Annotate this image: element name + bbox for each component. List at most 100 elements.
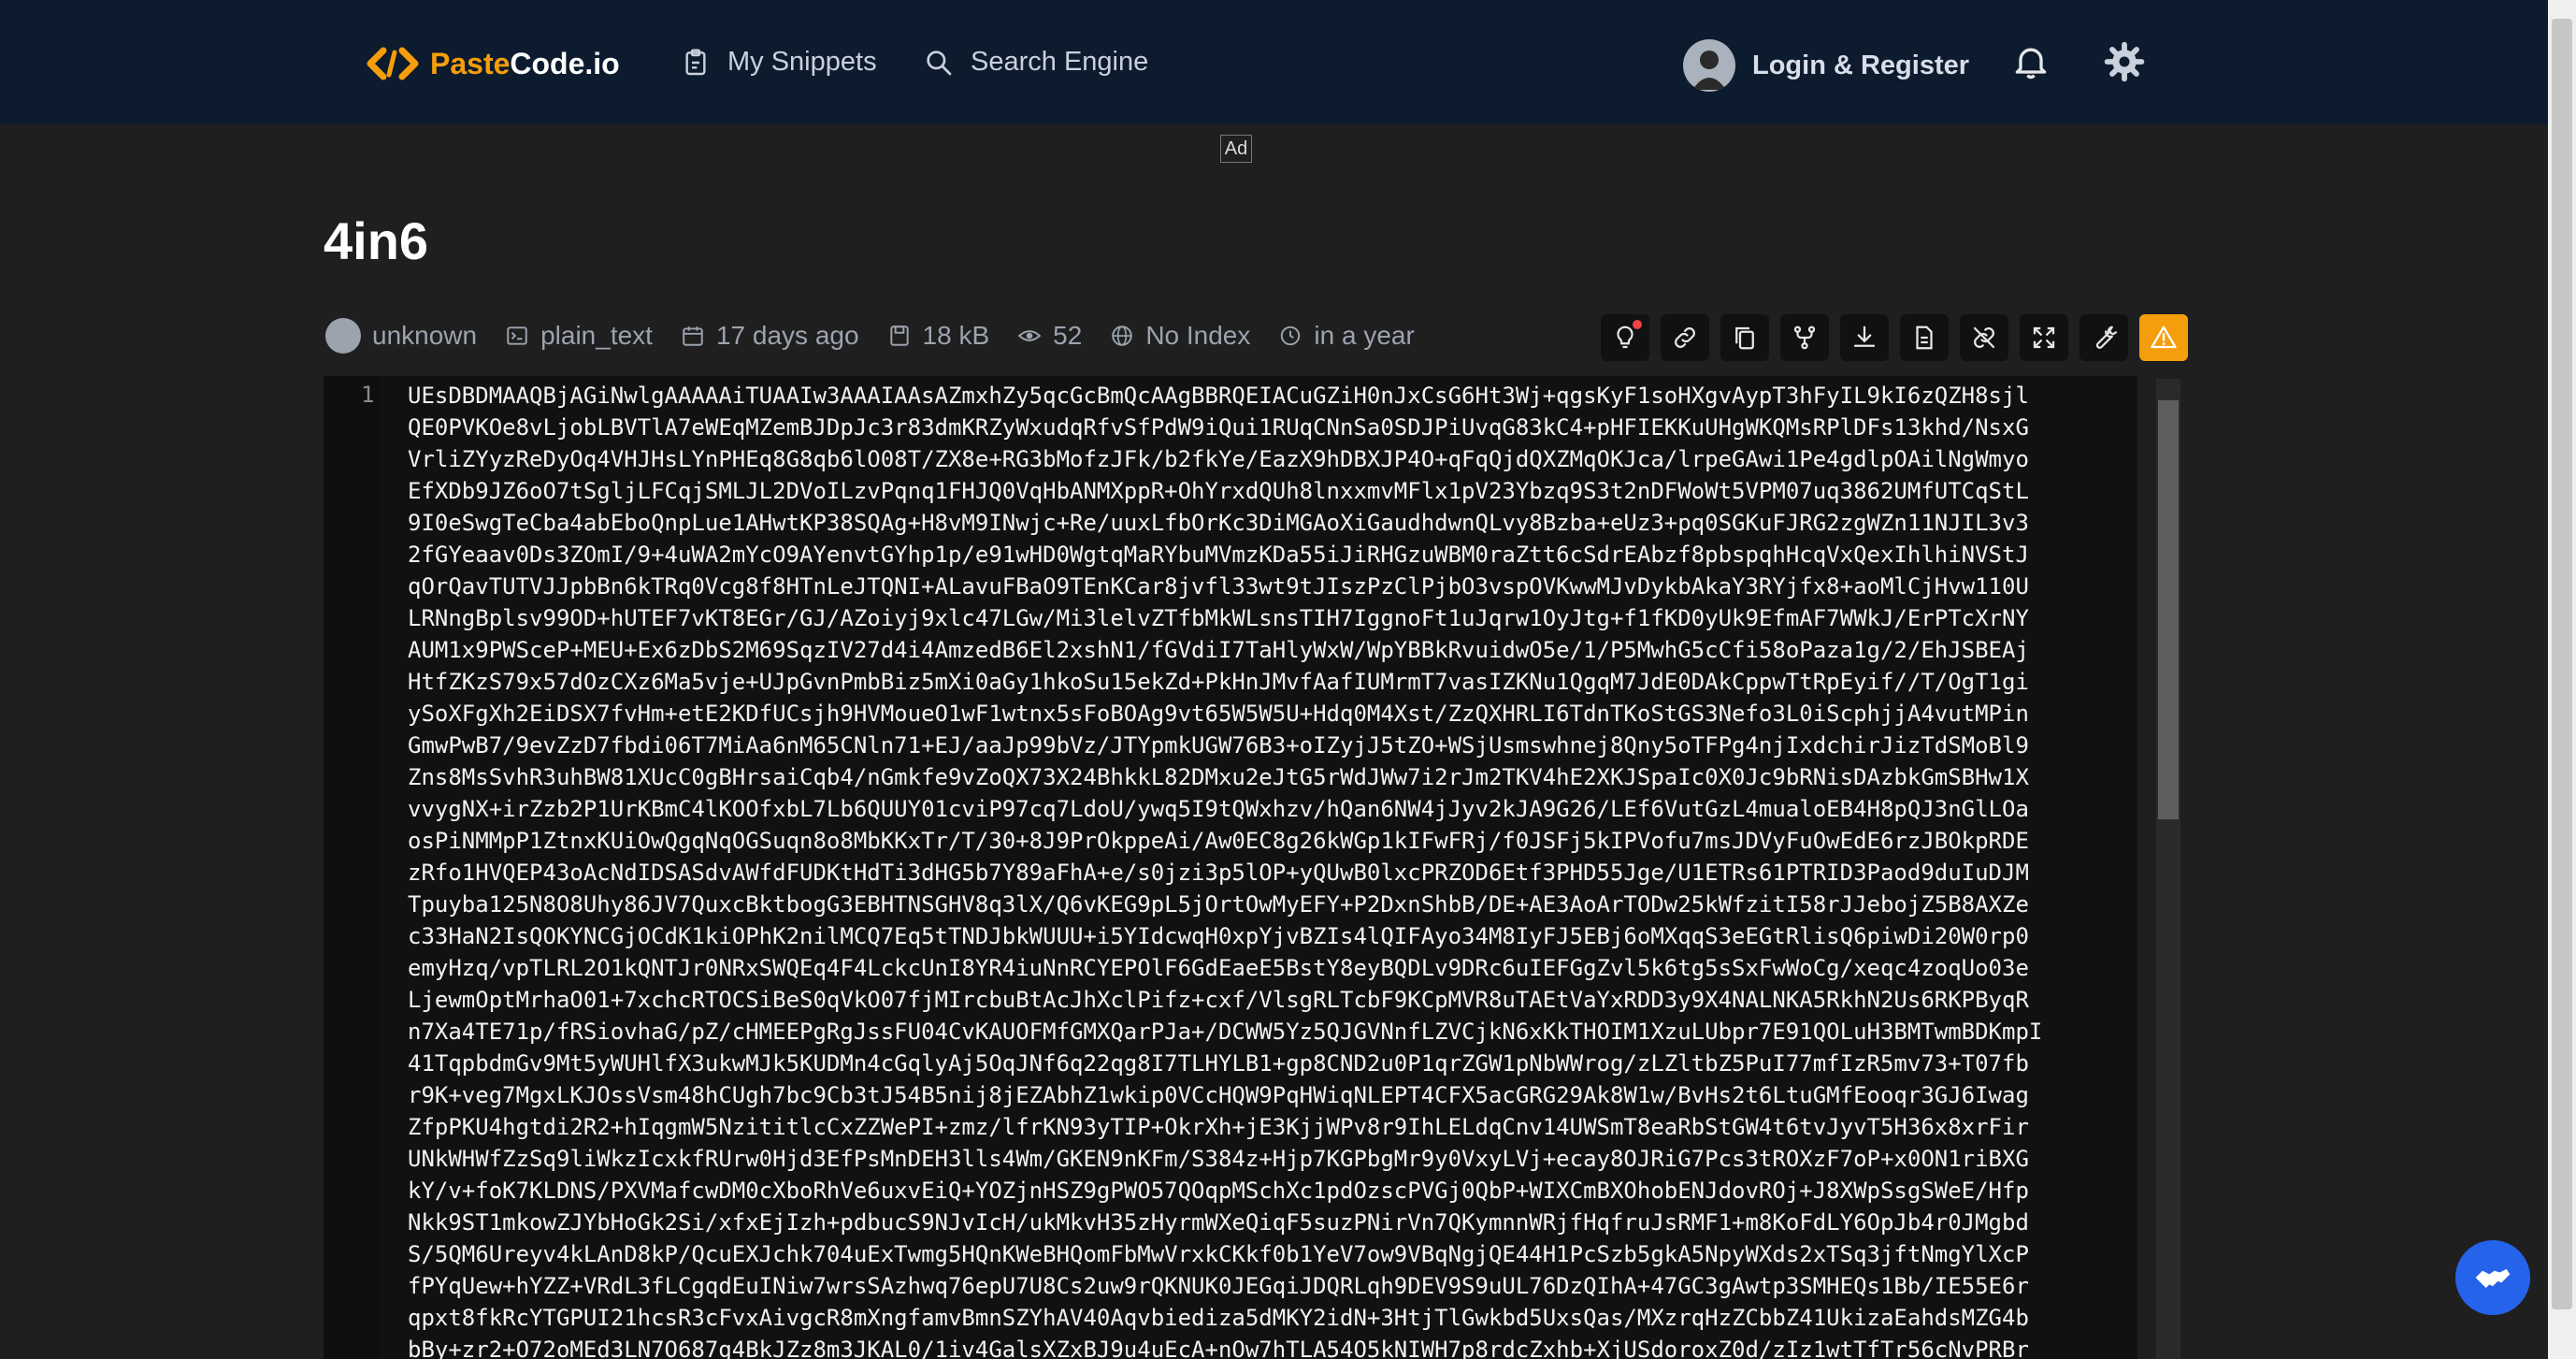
meta-index: No Index [1110, 321, 1250, 351]
code-line: UEsDBDMAAQBjAGiNwlgAAAAAiTUAAIw3AAAIAAsA… [408, 383, 2029, 409]
code-line: c33HaN2IsQOKYNCGjOCdK1kiOPhK2nilMCQ7Eq5t… [408, 923, 2029, 949]
report-button[interactable] [2139, 314, 2188, 361]
meta-expires: in a year [1278, 321, 1415, 351]
paste-title: 4in6 [324, 211, 429, 270]
code-line: kY/v+foK7KLDNS/PXVMafcwDM0cXboRhVe6uxvEi… [408, 1178, 2029, 1204]
paste-toolbar [1601, 314, 2188, 361]
page: PasteCode.io My Snippets Search Engine L… [0, 0, 2576, 1359]
paste-meta-row: unknown plain_text 17 days ago 18 kB 52 … [325, 318, 1443, 354]
login-register-label: Login & Register [1752, 50, 1970, 80]
logo-icon [367, 47, 419, 80]
link-icon [1675, 327, 1695, 348]
globe-icon [1112, 325, 1133, 346]
code-line: r9K+veg7MgxLKJOssVsm48hCUgh7bc9Cb3tJ54B5… [408, 1082, 2029, 1108]
code-line: vvygNX+irZzb2P1UrKBmC4lKOOfxbL7Lb6QUUY01… [408, 796, 2029, 822]
copy-button[interactable] [1720, 314, 1769, 361]
code-line: qpxt8fkRcYTGPUI21hcsR3cFvxAivgcR8mXngfam… [408, 1305, 2029, 1331]
bell-icon[interactable] [2010, 41, 2051, 82]
unlink-icon [1973, 326, 1995, 349]
code-line: 2fGYeaav0Ds3ZOmI/9+4uWA2mYcO9AYenvtGYhp1… [408, 542, 2029, 568]
nav-my-snippets[interactable]: My Snippets [681, 47, 877, 78]
code-line: Zns8MsSvhR3uhBW81XUcC0gBHrsaiCqb4/nGmkfe… [408, 764, 2029, 790]
disk-icon [889, 325, 909, 346]
meta-author[interactable]: unknown [325, 318, 477, 354]
meta-size: 18 kB [887, 321, 990, 351]
nav-my-snippets-label: My Snippets [727, 47, 877, 77]
code-line: ySoXFgXh2EiDSX7fvHm+etE2KDfUCsjh9HVMoueO… [408, 701, 2029, 727]
code-line: osPiNMMpP1ZtnxKUiOwQgqNqOGSuqn8o8MbKKxTr… [408, 828, 2029, 854]
author-avatar-icon [325, 318, 361, 354]
search-icon [927, 50, 952, 75]
user-avatar-icon [1683, 39, 1735, 92]
gear-icon[interactable] [2104, 41, 2145, 82]
meta-created: 17 days ago [681, 321, 859, 351]
warning-icon [2151, 325, 2177, 349]
page-scrollbar-thumb[interactable] [2552, 19, 2572, 1309]
terminal-icon [507, 326, 527, 345]
code-line: ZfpPKU4hgtdi2R2+hIqgmW5NzititlcCxZZWePI+… [408, 1114, 2029, 1140]
code-line: 41TqpbdmGv9Mt5yWUHlfX3ukwMJk5KUDMn4cGqly… [408, 1050, 2029, 1077]
nav-search-engine-label: Search Engine [971, 47, 1149, 77]
clipboard-icon [685, 48, 706, 75]
logo-text-code: Code.io [510, 46, 620, 80]
notification-dot [1633, 320, 1642, 329]
meta-size-label: 18 kB [922, 321, 990, 350]
support-fab-button[interactable] [2455, 1240, 2530, 1315]
ad-badge[interactable]: Ad [1220, 135, 1252, 163]
site-logo[interactable]: PasteCode.io [367, 45, 620, 82]
logo-text: PasteCode.io [430, 47, 620, 81]
fullscreen-button[interactable] [2020, 314, 2068, 361]
code-line: n7Xa4TE71p/fRSiovhaG/pZ/cHMEEPgRgJssFU04… [408, 1019, 2043, 1045]
code-line: Nkk9ST1mkowZJYbHoGk2Si/xfxEjIzh+pdbucS9N… [408, 1209, 2029, 1236]
line-gutter [324, 376, 380, 1359]
meta-created-label: 17 days ago [715, 321, 859, 350]
file-icon [1916, 325, 1933, 350]
code-line: VrliZYyzReDyOq4VHJHsLYnPHEq8G8qb6lO08T/Z… [408, 446, 2029, 472]
fullscreen-icon [2033, 326, 2055, 349]
code-scrollbar-thumb[interactable] [2158, 400, 2179, 819]
code-line: LRNngBplsv99OD+hUTEF7vKT8EGr/GJ/AZoiyj9x… [408, 605, 2029, 631]
code-viewer[interactable]: 1 UEsDBDMAAQBjAGiNwlgAAAAAiTUAAIw3AAAIAA… [324, 376, 2137, 1359]
code-line: AUM1x9PWSceP+MEU+Ex6zDbS2M69SqzIV27d4i4A… [408, 637, 2029, 663]
raw-file-button[interactable] [1900, 314, 1949, 361]
code-line: LjewmOptMrhaO01+7xchcRTOCSiBeS0qVkO07fjM… [408, 987, 2029, 1013]
meta-author-label: unknown [372, 321, 478, 350]
nav-search-engine[interactable]: Search Engine [924, 47, 1148, 78]
meta-expires-label: in a year [1314, 321, 1415, 350]
calendar-icon [683, 326, 703, 346]
code-line: UNkWHWfZzSq9liWkzIcxkfRUrw0Hjd3EfPsMnDEH… [408, 1146, 2029, 1172]
code-line: S/5QM6Ureyv4kLAnD8kP/QcuEXJchk704uExTwmg… [408, 1241, 2029, 1267]
fork-button[interactable] [1780, 314, 1829, 361]
fork-icon [1793, 325, 1816, 350]
code-line: fPYqUew+hYZZ+VRdL3fLCgqdEuINiw7wrsSAzhwq… [408, 1273, 2029, 1299]
meta-syntax-label: plain_text [540, 321, 653, 350]
code-line: EfXDb9JZ6oO7tSgljLFCqjSMLJL2DVoILzvPqnq1… [408, 478, 2029, 504]
meta-syntax: plain_text [505, 321, 653, 351]
login-register-button[interactable]: Login & Register [1683, 39, 1969, 92]
meta-views-label: 52 [1053, 321, 1083, 350]
code-line: Tpuyba125N8O8Uhy86JV7QuxcBktbogG3EBHTNSG… [408, 891, 2029, 918]
top-navigation-bar: PasteCode.io My Snippets Search Engine L… [0, 0, 2548, 124]
wrench-icon [2095, 325, 2118, 349]
logo-text-paste: Paste [430, 46, 511, 80]
lightbulb-button[interactable] [1601, 314, 1649, 361]
tools-button[interactable] [2080, 314, 2128, 361]
handshake-icon [2475, 1268, 2511, 1288]
code-line: emyHzq/vpTLRL2O1kQNTJr0NRxSWQEq4F4LckcUn… [408, 955, 2029, 981]
eye-icon [1017, 330, 1042, 341]
copy-link-button[interactable] [1661, 314, 1709, 361]
meta-views: 52 [1017, 321, 1082, 351]
download-button[interactable] [1840, 314, 1889, 361]
meta-index-label: No Index [1145, 321, 1251, 350]
code-line: qOrQavTUTVJJpbBn6kTRq0Vcg8f8HTnLeJTQNI+A… [408, 573, 2029, 600]
code-line: 9I0eSwgTeCba4abEboQnpLue1AHwtKP38SQAg+H8… [408, 510, 2029, 536]
code-line: bBy+zr2+O72oMEd3LN7O687g4BkJZz8m3JKAL0/1… [408, 1337, 2029, 1359]
download-icon [1853, 325, 1876, 347]
unlink-button[interactable] [1960, 314, 2008, 361]
copy-icon [1735, 326, 1754, 350]
code-line: HtfZKzS79x57dOzCXz6Ma5vje+UJpGvnPmbBiz5m… [408, 669, 2029, 695]
code-line: QE0PVKOe8vLjobLBVTlA7eWEqMZemBJDpJc3r83d… [408, 414, 2029, 441]
code-line: zRfo1HVQEP43oAcNdIDSASdvAWfdFUDKtHdTi3dH… [408, 860, 2029, 886]
code-content[interactable]: UEsDBDMAAQBjAGiNwlgAAAAAiTUAAIw3AAAIAAsA… [408, 380, 2091, 1359]
clock-history-icon [1281, 325, 1301, 346]
